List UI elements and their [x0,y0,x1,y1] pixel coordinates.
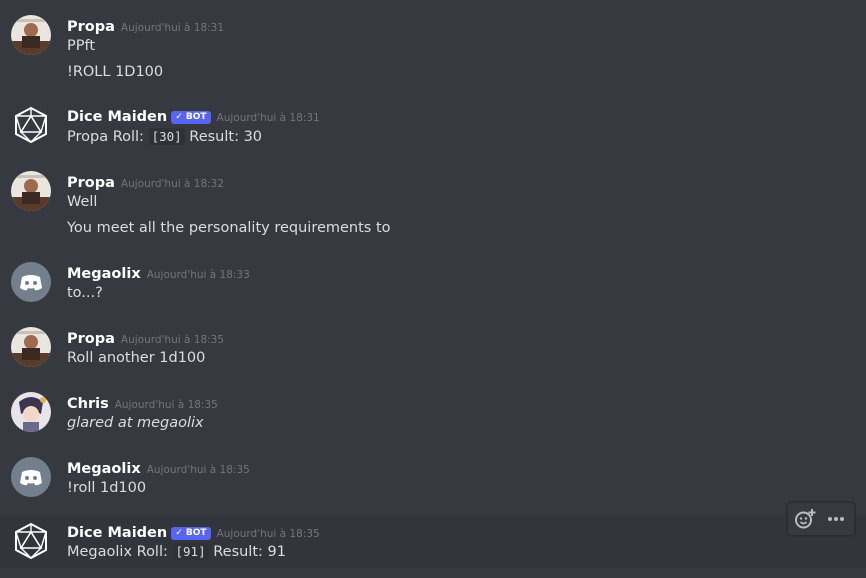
avatar-propa[interactable] [11,327,51,367]
timestamp: Aujourd'hui à 18:35 [114,399,218,411]
author-name[interactable]: Dice Maiden [67,525,167,541]
avatar-megaolix[interactable] [11,262,51,302]
message-actions-toolbar [787,502,855,536]
message: Megaolix Aujourd'hui à 18:35 !roll 1d100 [0,452,866,506]
message-text: to...? [67,285,103,301]
timestamp: Aujourd'hui à 18:31 [216,112,320,124]
author-name[interactable]: Propa [67,331,115,347]
avatar-chris[interactable] [11,392,51,432]
author-name[interactable]: Propa [67,175,115,191]
bot-badge: ✓ BOT [171,527,211,540]
more-options-icon [828,517,844,521]
roll-code: [30] [148,128,185,145]
message: Propa Aujourd'hui à 18:31 PPft !ROLL 1D10… [0,10,866,90]
message-text: You meet all the personality requirement… [67,220,391,236]
message: Propa Aujourd'hui à 18:32 Well You meet a… [0,166,866,246]
avatar-dice-maiden[interactable] [11,105,51,145]
message: Dice Maiden ✓ BOT Aujourd'hui à 18:31 Prop… [0,100,866,150]
add-reaction-icon [795,509,816,529]
bot-check-icon: ✓ [175,528,186,538]
author-name[interactable]: Megaolix [67,461,141,477]
message: Dice Maiden ✓ BOT Aujourd'hui à 18:35 Mega… [0,516,866,568]
author-name[interactable]: Propa [67,19,115,35]
avatar-propa[interactable] [11,15,51,55]
roll-result-line: Megaolix Roll: [91] Result: 91 [67,543,286,560]
more-options-button[interactable] [824,507,848,531]
avatar-megaolix[interactable] [11,457,51,497]
message: Propa Aujourd'hui à 18:35 Roll another 1d… [0,322,866,376]
message-text: PPft [67,38,96,54]
message-text: !ROLL 1D100 [67,64,164,80]
message-text: !roll 1d100 [67,480,147,496]
timestamp: Aujourd'hui à 18:35 [216,528,320,540]
author-name[interactable]: Dice Maiden [67,109,167,125]
roll-code: [91] [172,543,209,560]
avatar-dice-maiden[interactable] [11,521,51,561]
avatar-propa[interactable] [11,171,51,211]
timestamp: Aujourd'hui à 18:35 [120,334,225,346]
author-name[interactable]: Megaolix [67,266,141,282]
timestamp: Aujourd'hui à 18:32 [120,178,225,190]
roll-result-line: Propa Roll: [30] Result: 30 [67,128,263,145]
timestamp: Aujourd'hui à 18:31 [120,22,225,34]
message-text: glared at megaolix [67,415,204,431]
add-reaction-button[interactable] [793,507,817,531]
author-name[interactable]: Chris [67,396,109,412]
message: Chris Aujourd'hui à 18:35 glared at megao… [0,387,866,441]
timestamp: Aujourd'hui à 18:33 [146,269,250,281]
bot-badge: ✓ BOT [171,111,211,124]
bot-check-icon: ✓ [175,112,186,122]
message-text: Roll another 1d100 [67,350,206,366]
message: Megaolix Aujourd'hui à 18:33 to...? [0,256,866,310]
timestamp: Aujourd'hui à 18:35 [146,464,250,476]
message-text: Well [67,194,98,210]
